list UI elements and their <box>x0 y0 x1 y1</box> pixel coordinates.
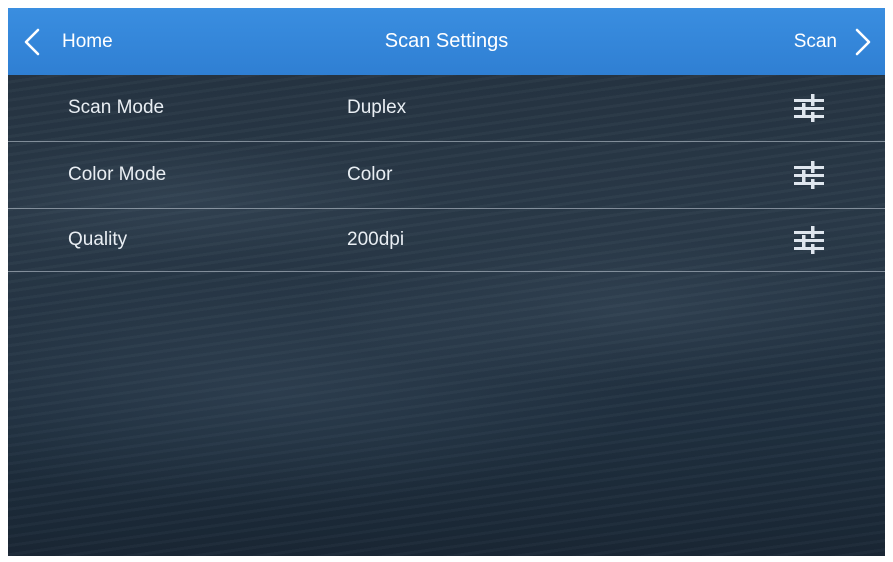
settings-list: Scan Mode Duplex Color Mode Color Qualit… <box>8 75 885 272</box>
setting-value: 200dpi <box>347 229 405 250</box>
home-label: Home <box>62 30 113 52</box>
setting-row-scan-mode[interactable]: Scan Mode Duplex <box>8 75 885 142</box>
scan-settings-screen: Home Scan Settings Scan Scan Mode Duplex <box>8 8 885 556</box>
top-bar: Home Scan Settings Scan <box>8 8 885 75</box>
chevron-right-icon <box>855 28 871 55</box>
chevron-left-icon <box>24 28 40 55</box>
sliders-icon[interactable] <box>792 160 826 190</box>
setting-name: Color Mode <box>68 164 167 185</box>
setting-value: Color <box>347 164 393 185</box>
sliders-icon[interactable] <box>792 225 826 255</box>
home-back-button[interactable]: Home <box>8 8 158 75</box>
scan-label: Scan <box>793 30 837 52</box>
setting-value: Duplex <box>347 97 407 118</box>
setting-name: Quality <box>68 229 128 250</box>
scan-next-button[interactable]: Scan <box>745 8 885 75</box>
setting-row-color-mode[interactable]: Color Mode Color <box>8 142 885 209</box>
sliders-icon[interactable] <box>792 93 826 123</box>
setting-row-quality[interactable]: Quality 200dpi <box>8 209 885 272</box>
setting-name: Scan Mode <box>68 97 165 118</box>
